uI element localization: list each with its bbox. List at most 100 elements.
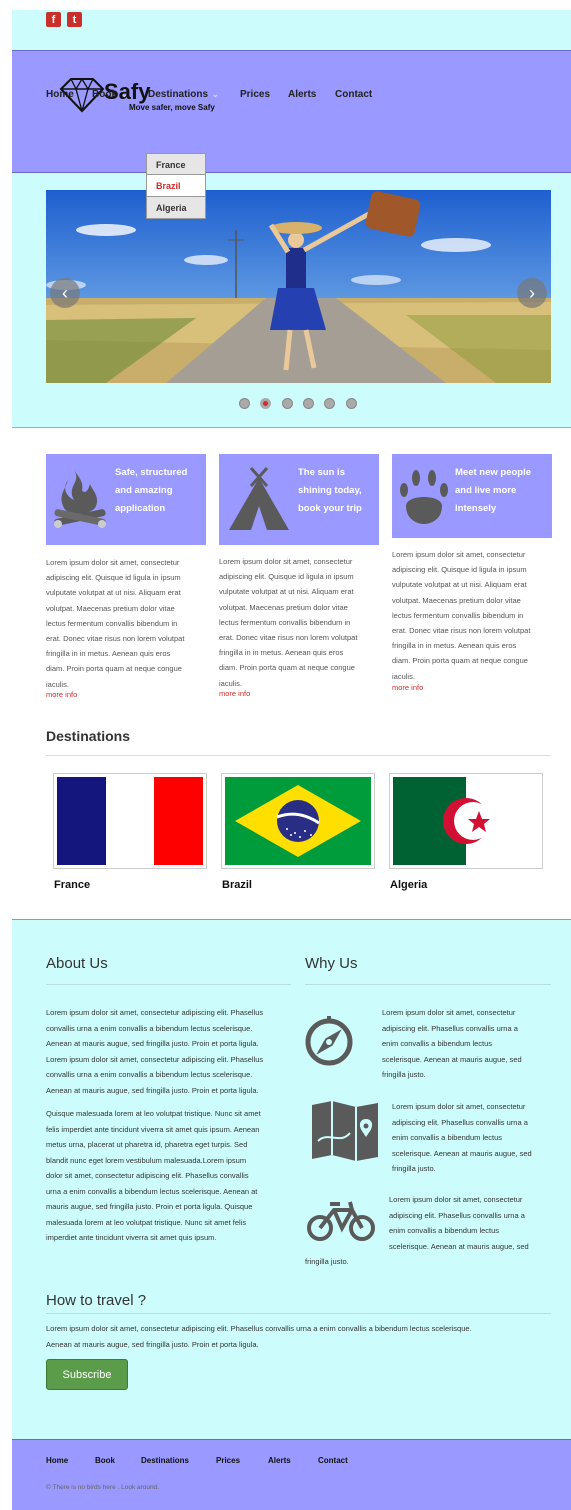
chevron-down-icon: ⌄ (212, 90, 219, 99)
feature-title-line: Meet new people (455, 467, 532, 478)
nav-prices[interactable]: Prices (240, 89, 270, 100)
feature-title-line: The sun is (298, 467, 345, 478)
nav-home[interactable]: Home (46, 89, 74, 100)
feature-title: Meet new people and live more intensely (455, 464, 531, 518)
text-line: Aenean at mauris augue, sed fringilla ju… (46, 1085, 259, 1095)
slider-dot[interactable] (282, 398, 293, 409)
footer (12, 1439, 571, 1510)
nav-book-label: Book (92, 89, 117, 100)
slider-dot[interactable] (324, 398, 335, 409)
destination-name[interactable]: Algeria (390, 879, 427, 891)
text-line: diam. Proin porta quam at neque congue (46, 664, 182, 674)
feature-text: Lorem ipsum dolor sit amet, consectetur … (392, 547, 552, 684)
header: Safy Move safer, move Safy (12, 50, 571, 173)
why-item-text-tail: fringilla justo. (305, 1257, 349, 1266)
footer-nav-book[interactable]: Book (95, 1456, 115, 1465)
why-item-text: Lorem ipsum dolor sit amet, consectetur … (389, 1192, 529, 1254)
text-line: Quisque malesuada lorem at leo volutpat … (46, 1109, 261, 1118)
text-line: fringilla justo. (392, 1164, 436, 1173)
text-line: fringilla justo. (382, 1070, 426, 1079)
feature-title-line: book your trip (298, 503, 362, 514)
text-line: fringilla in in metus. Aenean quis eros (219, 648, 344, 658)
nav-destinations[interactable]: Destinations ⌄ (148, 89, 219, 100)
text-line: Lorem ipsum dolor sit amet, consectetur … (46, 1008, 264, 1017)
about-heading: About Us (46, 955, 108, 972)
slider-next-button[interactable]: › (517, 278, 547, 308)
feature-title: The sun is shining today, book your trip (298, 464, 362, 518)
dropdown-item-algeria[interactable]: Algeria (146, 197, 206, 219)
text-line: erat. Donec vitae risus non lorem volutp… (46, 634, 185, 644)
text-line: lectus fermentum convallis bibendum in (46, 618, 178, 628)
text-line: Aenean at mauris augue, sed fringilla ju… (46, 1339, 259, 1349)
slider-dot[interactable] (346, 398, 357, 409)
bicycle-icon (307, 1201, 375, 1241)
slider-dot-active[interactable] (260, 398, 271, 409)
why-heading: Why Us (305, 955, 358, 972)
text-line: diam. Proin porta quam at neque congue (392, 656, 528, 666)
destination-name[interactable]: France (54, 879, 90, 891)
why-item-text: Lorem ipsum dolor sit amet, consectetur … (392, 1099, 532, 1177)
text-line: adipiscing elit. Phasellus convallis urn… (392, 1117, 528, 1127)
slider-dot[interactable] (303, 398, 314, 409)
text-line: enim convallis a bibendum lectus (392, 1133, 503, 1142)
text-line: adipiscing elit. Phasellus convallis urn… (389, 1210, 525, 1220)
about-paragraph: Quisque malesuada lorem at leo volutpat … (46, 1106, 261, 1246)
footer-nav-contact[interactable]: Contact (318, 1456, 348, 1465)
nav-contact[interactable]: Contact (335, 89, 372, 100)
compass-icon (305, 1016, 353, 1066)
footer-nav-home[interactable]: Home (46, 1456, 68, 1465)
brazil-flag-icon (225, 777, 371, 865)
text-line: malesuada lorem at leo volutpat tristiqu… (46, 1217, 247, 1227)
text-line: Lorem ipsum dolor sit amet, consectetur (389, 1195, 523, 1204)
more-info-link[interactable]: more info (392, 683, 423, 692)
feature-text: Lorem ipsum dolor sit amet, consectetur … (219, 554, 379, 691)
feature-title-line: Safe, structured (115, 467, 188, 478)
text-line: diam. Proin porta quam at neque congue (219, 663, 355, 673)
divider (305, 984, 551, 985)
nav-destinations-label: Destinations (148, 89, 209, 100)
destination-name[interactable]: Brazil (222, 879, 252, 891)
destination-card-brazil[interactable] (221, 773, 375, 869)
text-line: Lorem ipsum dolor sit amet, consectetur (219, 557, 353, 566)
more-info-link[interactable]: more info (219, 689, 250, 698)
text-line: volutpat. Maecenas pretium dolor vitae (219, 602, 348, 612)
more-info-link[interactable]: more info (46, 690, 77, 699)
travel-paragraph: Lorem ipsum dolor sit amet, consectetur … (46, 1321, 472, 1352)
nav-alerts[interactable]: Alerts (288, 89, 316, 100)
text-line: Lorem ipsum dolor sit amet, consectetur … (46, 1054, 264, 1064)
subscribe-button[interactable]: Subscribe (46, 1359, 128, 1390)
slider-dot[interactable] (239, 398, 250, 409)
feature-title-line: and live more (455, 485, 517, 496)
feature-card-people: Meet new people and live more intensely (392, 454, 552, 538)
dropdown-item-france[interactable]: France (146, 153, 206, 175)
divider (46, 984, 291, 985)
destinations-heading: Destinations (46, 728, 131, 744)
text-line: Lorem ipsum dolor sit amet, consectetur … (46, 1324, 472, 1333)
destinations-dropdown-menu: France Brazil Algeria (146, 153, 206, 219)
top-bar (12, 10, 571, 50)
destination-card-algeria[interactable] (389, 773, 543, 869)
nav-book[interactable]: Book ⌄ (92, 89, 128, 100)
text-line: enim convallis a bibendum lectus (382, 1039, 493, 1048)
chevron-down-icon: ⌄ (121, 90, 128, 99)
feature-title-line: shining today, (298, 485, 362, 496)
feature-title-line: application (115, 503, 166, 514)
brand-tagline: Move safer, move Safy (129, 103, 215, 112)
dropdown-item-brazil[interactable]: Brazil (146, 175, 206, 197)
text-line: erat. Donec vitae risus non lorem volutp… (392, 626, 531, 636)
text-line: dolor sit amet, consectetur adipiscing e… (46, 1171, 249, 1180)
text-line: scelerisque. Aenean at mauris augue, sed (392, 1148, 532, 1158)
footer-nav-prices[interactable]: Prices (216, 1456, 240, 1465)
footer-nav-alerts[interactable]: Alerts (268, 1456, 291, 1465)
footer-nav-destinations[interactable]: Destinations (141, 1456, 189, 1465)
about-paragraph: Lorem ipsum dolor sit amet, consectetur … (46, 1005, 263, 1098)
destination-card-france[interactable] (53, 773, 207, 869)
slider-prev-button[interactable]: ‹ (50, 278, 80, 308)
why-item-text: Lorem ipsum dolor sit amet, consectetur … (382, 1005, 522, 1083)
feature-title-line: and amazing (115, 485, 173, 496)
page: f t Safy Move safer, move Safy Home Book… (0, 0, 571, 1510)
twitter-icon[interactable]: t (67, 12, 82, 27)
facebook-icon[interactable]: f (46, 12, 61, 27)
feature-text: Lorem ipsum dolor sit amet, consectetur … (46, 555, 206, 692)
hero-slide-image (46, 190, 551, 383)
